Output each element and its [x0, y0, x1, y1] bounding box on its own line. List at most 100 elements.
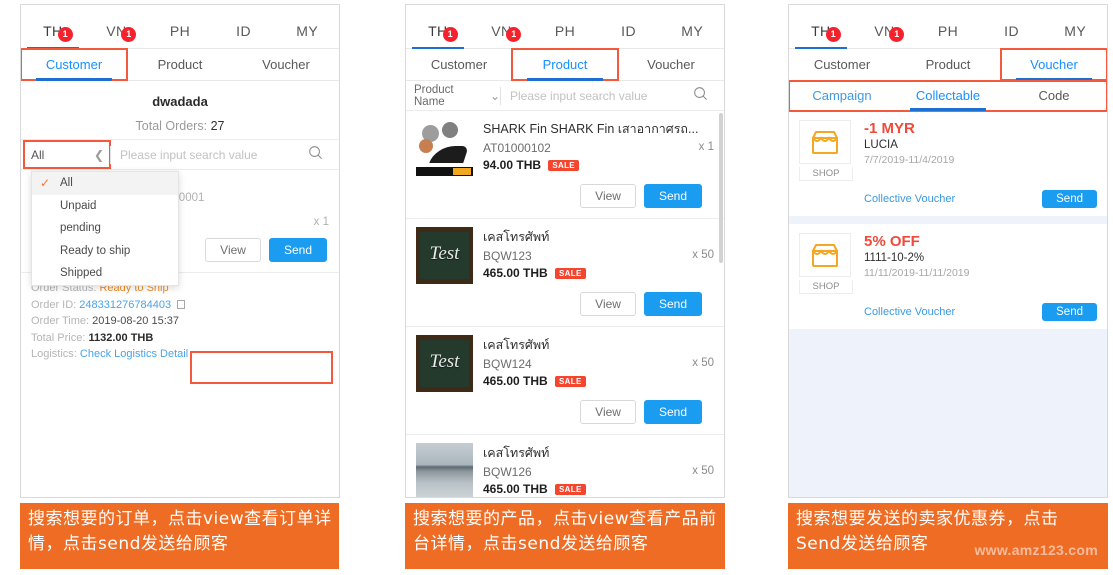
tab-product[interactable]: Product — [895, 49, 1001, 80]
country-tab-id[interactable]: ID — [212, 23, 276, 48]
view-button[interactable]: View — [580, 400, 636, 424]
tab-customer[interactable]: Customer — [789, 49, 895, 80]
dropdown-item-all[interactable]: ✓ All — [32, 172, 178, 195]
country-tab-label: ID — [236, 23, 251, 39]
view-button[interactable]: View — [205, 238, 261, 262]
product-price-row: 465.00 THB SALE — [483, 266, 714, 280]
dropdown-item-label: pending — [60, 222, 101, 234]
send-button[interactable]: Send — [643, 292, 702, 316]
shop-badge-label: SHOP — [799, 167, 853, 181]
send-button[interactable]: Send — [1042, 303, 1097, 321]
product-qty: x 50 — [692, 465, 714, 477]
product-action-row: View Send — [416, 176, 714, 218]
order-search-input[interactable] — [111, 147, 308, 162]
country-tab-ph[interactable]: PH — [533, 23, 597, 48]
customer-panel: TH 1 VN 1 PH ID MY Customer Product Vouc… — [20, 4, 340, 498]
product-price: 465.00 THB — [483, 266, 548, 280]
country-tab-id[interactable]: ID — [597, 23, 661, 48]
dropdown-item-pending[interactable]: pending — [32, 217, 178, 240]
order-search-row: All ❮ ✓ All Unpaid pending — [21, 139, 339, 286]
send-button[interactable]: Send — [1042, 190, 1097, 208]
dropdown-item-label: Shipped — [60, 267, 103, 279]
order-id-value[interactable]: 248331276784403 — [79, 299, 171, 311]
product-title: เคสโทรศัพท์ — [483, 446, 550, 460]
country-tab-th[interactable]: TH 1 — [789, 23, 853, 49]
product-row: Test เคสโทรศัพท์ BQW123 x 50 465.00 THB … — [416, 227, 714, 284]
voucher-type[interactable]: Collective Voucher — [864, 306, 955, 318]
country-tab-vn[interactable]: VN 1 — [853, 23, 917, 48]
tab-customer[interactable]: Customer — [406, 49, 512, 80]
send-button[interactable]: Send — [268, 238, 327, 262]
chevron-left-icon: ❮ — [93, 147, 104, 162]
product-row: SHARK Fin SHARK Fin เสาอากาศรถ... AT0100… — [416, 119, 714, 176]
subtab-collectable[interactable]: Collectable — [895, 81, 1001, 111]
total-orders-value: 27 — [210, 119, 225, 133]
view-button[interactable]: View — [580, 184, 636, 208]
notification-badge: 1 — [889, 27, 905, 42]
product-thumbnail — [416, 119, 473, 176]
tab-voucher[interactable]: Voucher — [618, 49, 724, 80]
scrollbar[interactable] — [719, 113, 723, 263]
tab-voucher[interactable]: Voucher — [233, 49, 339, 80]
voucher-dates: 11/11/2019-11/11/2019 — [864, 267, 970, 279]
search-icon[interactable] — [693, 86, 715, 106]
product-info: เคสโทรศัพท์ BQW123 x 50 465.00 THB SALE — [473, 227, 714, 284]
product-action-row: View Send — [416, 284, 714, 326]
country-tab-my[interactable]: MY — [660, 23, 724, 48]
country-tab-vn[interactable]: VN 1 — [470, 23, 534, 48]
country-tab-vn[interactable]: VN 1 — [85, 23, 149, 48]
product-qty: x 1 — [698, 141, 714, 153]
product-list[interactable]: SHARK Fin SHARK Fin เสาอากาศรถ... AT0100… — [406, 111, 724, 497]
order-status-dropdown[interactable]: ✓ All Unpaid pending Ready to ship Shipp… — [31, 171, 179, 286]
order-price-value: 1132.00 THB — [88, 331, 154, 344]
product-search-input[interactable] — [501, 88, 693, 103]
country-tab-ph[interactable]: PH — [916, 23, 980, 48]
order-logistics-label: Logistics: — [31, 348, 77, 360]
product-sku-row: BQW123 x 50 — [483, 249, 714, 263]
order-logistics-line: Logistics: Check Logistics Detail — [31, 346, 339, 363]
voucher-card: SHOP -1 MYR LUCIA 7/7/2019-11/4/2019 Col… — [789, 111, 1107, 216]
tab-product[interactable]: Product — [511, 48, 619, 81]
dropdown-item-ready-to-ship[interactable]: Ready to ship — [32, 240, 178, 263]
tab-product[interactable]: Product — [127, 49, 233, 80]
notification-badge: 1 — [57, 27, 73, 42]
voucher-type[interactable]: Collective Voucher — [864, 193, 955, 205]
dropdown-item-unpaid[interactable]: Unpaid — [32, 195, 178, 218]
subtab-code[interactable]: Code — [1001, 81, 1107, 110]
check-icon: ✓ — [40, 176, 51, 190]
voucher-panel: TH 1 VN 1 PH ID MY Customer Product Vouc… — [788, 4, 1108, 498]
copy-icon[interactable] — [177, 299, 186, 309]
country-tab-th[interactable]: TH 1 — [406, 23, 470, 49]
total-orders-label: Total Orders: — [135, 119, 208, 133]
search-icon[interactable] — [308, 145, 330, 165]
product-sku: BQW124 — [483, 357, 532, 371]
send-button[interactable]: Send — [643, 184, 702, 208]
voucher-amount: -1 MYR — [864, 120, 915, 137]
product-thumbnail: Test — [416, 335, 473, 392]
send-button[interactable]: Send — [643, 400, 702, 424]
country-tab-ph[interactable]: PH — [148, 23, 212, 48]
product-price-row: 94.00 THB SALE — [483, 158, 714, 172]
total-orders: Total Orders: 27 — [21, 119, 339, 133]
product-row: เคสโทรศัพท์ BQW126 x 50 465.00 THB SALE — [416, 443, 714, 497]
country-tab-th[interactable]: TH 1 — [21, 23, 85, 49]
subtab-campaign[interactable]: Campaign — [789, 81, 895, 110]
product-sku: BQW126 — [483, 465, 532, 479]
check-logistics-link[interactable]: Check Logistics Detail — [80, 348, 188, 360]
dropdown-item-shipped[interactable]: Shipped — [32, 262, 178, 285]
tab-customer[interactable]: Customer — [21, 48, 128, 81]
notification-badge: 1 — [442, 27, 458, 42]
country-tab-my[interactable]: MY — [275, 23, 339, 48]
voucher-card-bottom: Collective Voucher Send — [789, 298, 1107, 329]
view-button[interactable]: View — [580, 292, 636, 316]
country-tab-my[interactable]: MY — [1043, 23, 1107, 48]
customer-name: dwadada — [152, 94, 208, 109]
order-status-filter[interactable]: All ❮ — [23, 140, 111, 169]
product-field-filter[interactable]: Product Name ⌄ — [406, 84, 500, 108]
product-info: SHARK Fin SHARK Fin เสาอากาศรถ... AT0100… — [473, 119, 714, 176]
tab-voucher[interactable]: Voucher — [1000, 48, 1107, 81]
voucher-card-top: SHOP 5% OFF 1111-10-2% 11/11/2019-11/11/… — [789, 224, 1107, 298]
product-sku-row: BQW124 x 50 — [483, 357, 714, 371]
product-panel: TH 1 VN 1 PH ID MY Customer Product Vouc… — [405, 4, 725, 498]
country-tab-id[interactable]: ID — [980, 23, 1044, 48]
